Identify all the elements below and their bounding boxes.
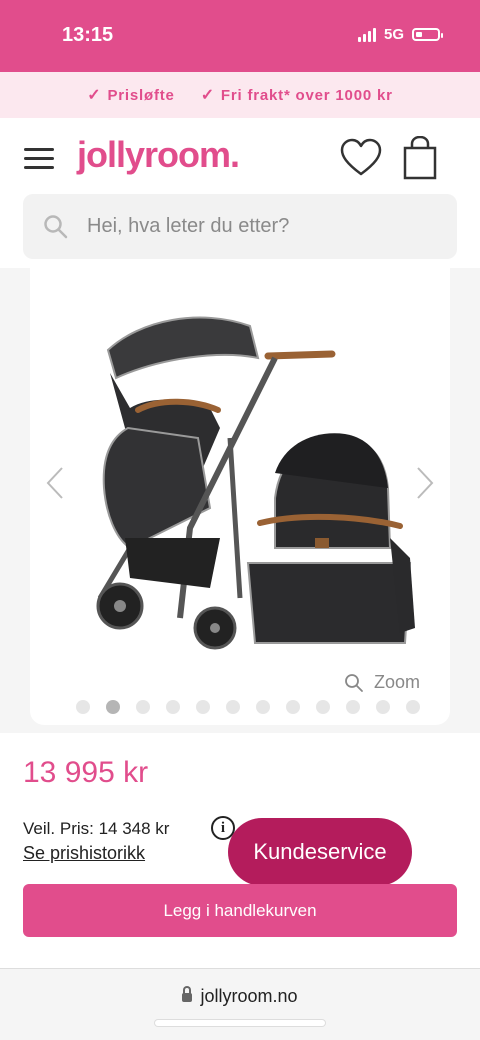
url-text: jollyroom.no	[200, 986, 298, 1006]
zoom-button[interactable]: Zoom	[344, 672, 420, 693]
chevron-left-icon[interactable]	[44, 465, 66, 501]
status-indicators: 5G	[357, 26, 443, 43]
network-label: 5G	[383, 26, 404, 43]
gallery-dot[interactable]	[166, 700, 180, 714]
zoom-label: Zoom	[373, 672, 420, 692]
promo-item: ✓ Prisløfte	[87, 85, 174, 105]
add-to-cart-button[interactable]: Legg i handlekurven	[23, 884, 457, 937]
gallery-dot[interactable]	[376, 700, 390, 714]
status-time: 13:15	[62, 24, 114, 46]
magnifier-icon	[345, 673, 363, 692]
menu-icon[interactable]	[24, 148, 54, 169]
search-input[interactable]: Hei, hva leter du etter?	[87, 215, 289, 238]
product-gallery: Zoom	[0, 268, 480, 733]
status-bar: 13:15 5G	[0, 0, 480, 72]
add-to-cart-label: Legg i handlekurven	[163, 900, 317, 920]
lock-icon	[182, 986, 193, 1002]
check-icon: ✓	[200, 87, 215, 104]
promo-text: Prisløfte	[107, 86, 175, 104]
search-bar[interactable]: Hei, hva leter du etter?	[23, 194, 457, 259]
url-field[interactable]: jollyroom.no	[0, 986, 480, 1007]
shopping-bag-icon[interactable]	[402, 136, 438, 180]
gallery-dot[interactable]	[136, 700, 150, 714]
gallery-dot[interactable]	[316, 700, 330, 714]
promo-item: ✓ Fri frakt* over 1000 kr	[201, 85, 393, 105]
chevron-right-icon[interactable]	[414, 465, 436, 501]
gallery-dot[interactable]	[406, 700, 420, 714]
price-history-link[interactable]: Se prishistorikk	[23, 843, 145, 864]
recommended-price: Veil. Pris: 14 348 kr	[23, 819, 170, 838]
gallery-dot[interactable]	[346, 700, 360, 714]
gallery-dot[interactable]	[256, 700, 270, 714]
product-price: 13 995 kr	[23, 756, 149, 789]
home-indicator[interactable]	[155, 1020, 325, 1026]
browser-address-bar: jollyroom.no	[0, 968, 480, 1040]
gallery-dot[interactable]	[286, 700, 300, 714]
promo-text: Fri frakt* over 1000 kr	[220, 86, 393, 104]
jollyroom-logo[interactable]: jollyroom.	[77, 134, 240, 176]
gallery-dot[interactable]	[106, 700, 120, 714]
customer-service-button[interactable]: Kundeservice	[228, 818, 412, 886]
search-icon	[44, 214, 68, 238]
gallery-dot[interactable]	[76, 700, 90, 714]
customer-service-label: Kundeservice	[253, 839, 387, 864]
gallery-dot[interactable]	[226, 700, 240, 714]
promo-strip: ✓ Prisløfte ✓ Fri frakt* over 1000 kr	[0, 72, 480, 118]
gallery-dot[interactable]	[196, 700, 210, 714]
signal-icon	[357, 27, 376, 42]
check-icon: ✓	[87, 87, 102, 104]
site-header: jollyroom.	[0, 118, 480, 196]
heart-icon[interactable]	[340, 138, 382, 178]
battery-icon	[412, 28, 443, 41]
gallery-card: Zoom	[30, 268, 450, 725]
product-image-stroller[interactable]	[70, 298, 420, 668]
battery-level	[416, 32, 422, 37]
gallery-pagination	[76, 700, 420, 714]
